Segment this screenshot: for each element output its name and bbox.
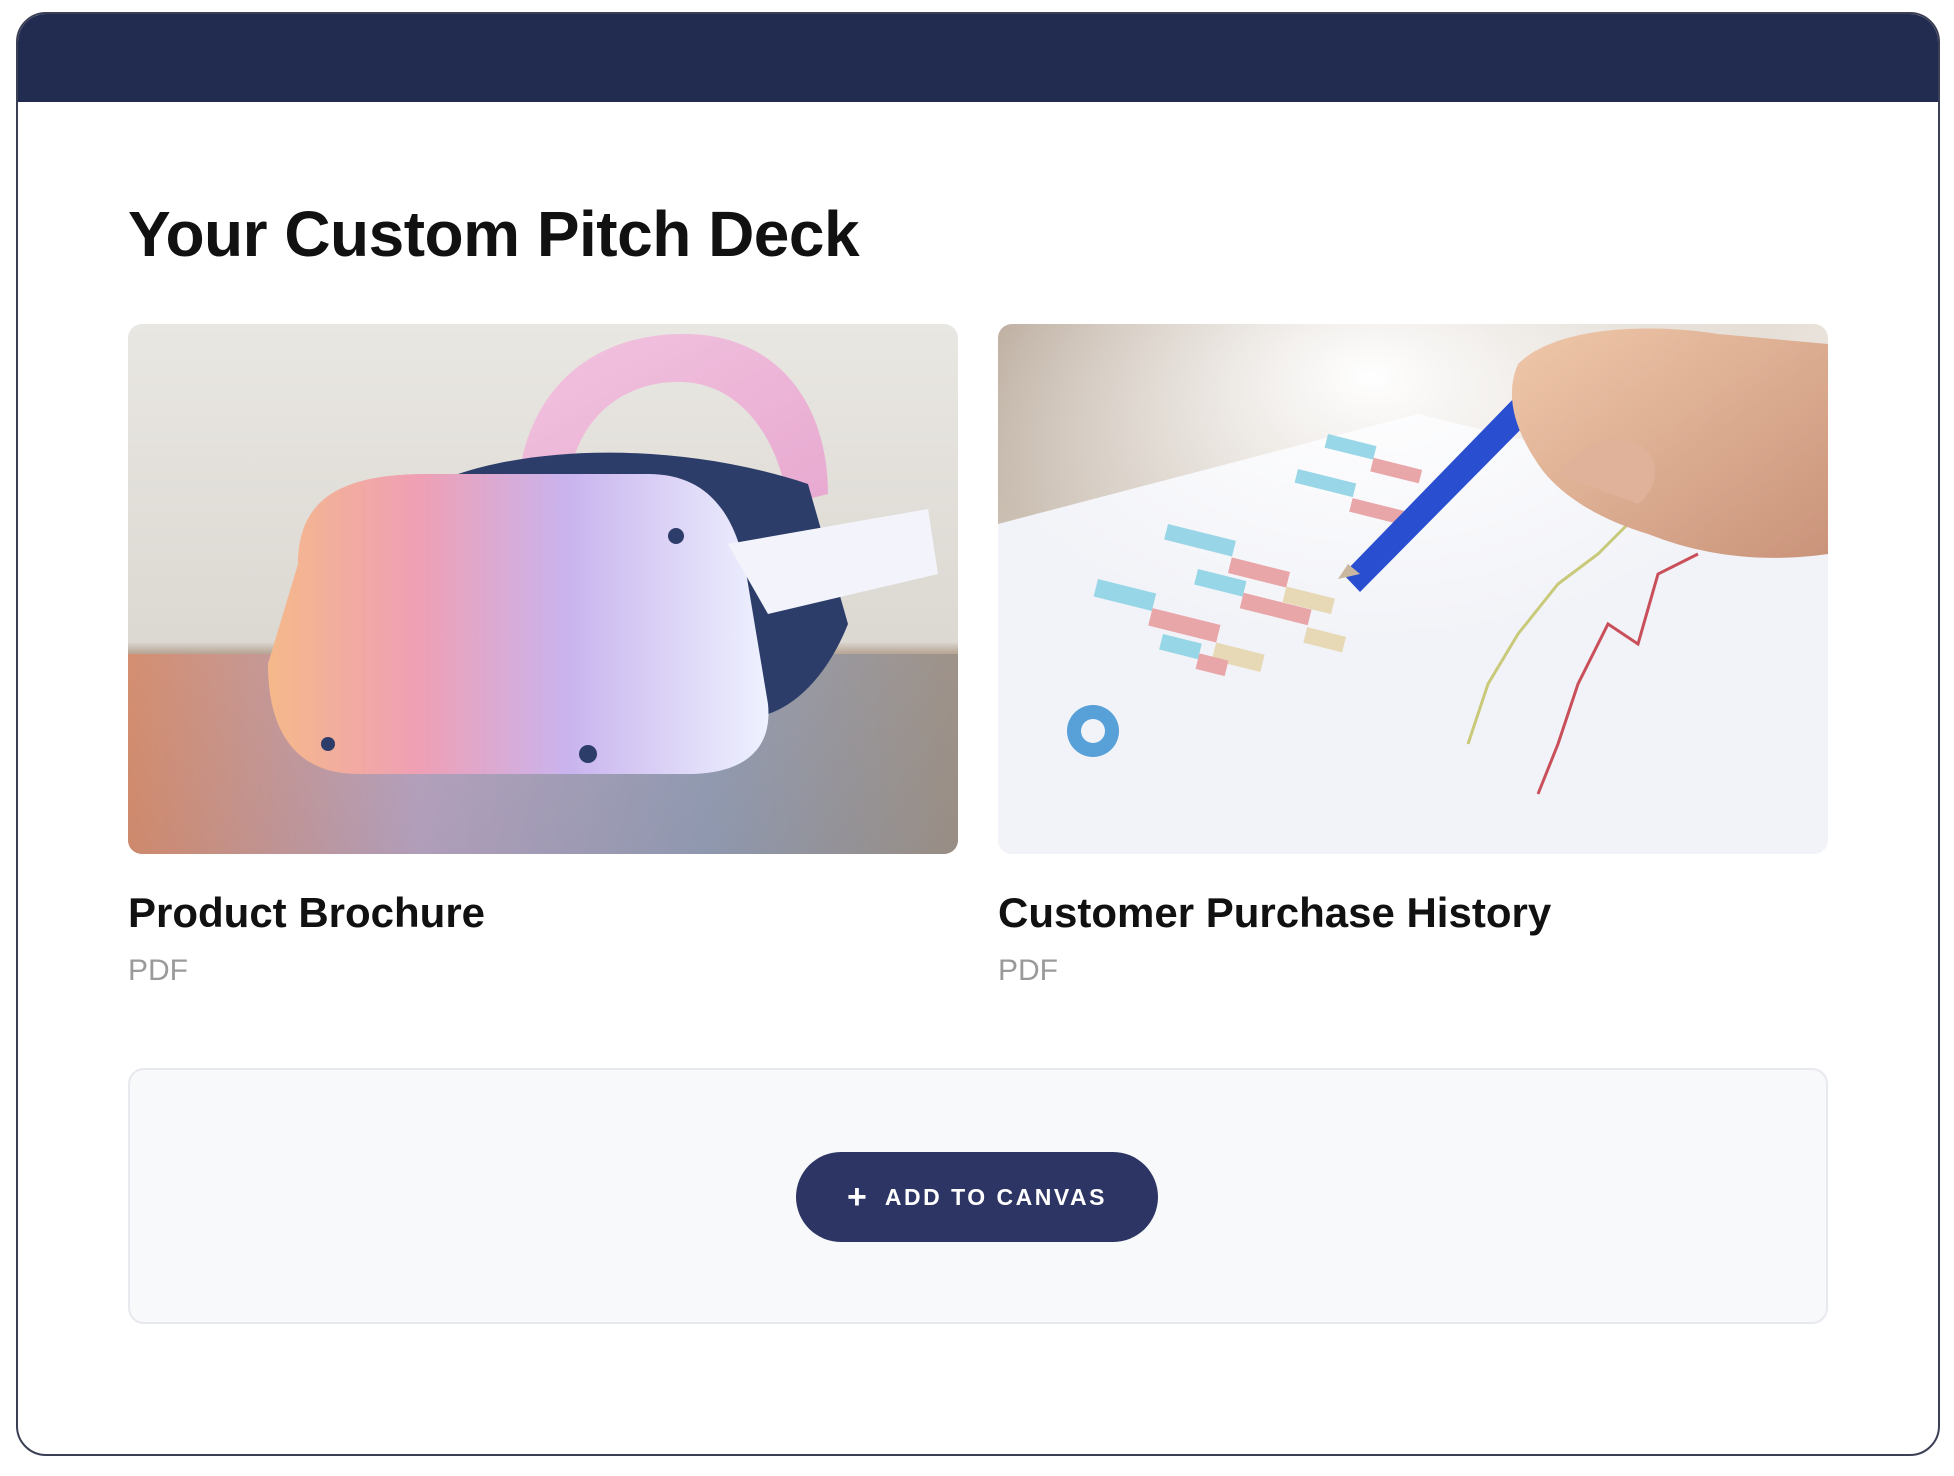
vr-headset-thumbnail[interactable] bbox=[128, 324, 958, 854]
page-title: Your Custom Pitch Deck bbox=[128, 198, 860, 270]
document-card-product-brochure[interactable]: Product Brochure PDF bbox=[128, 324, 958, 986]
card-file-type: PDF bbox=[998, 954, 1058, 987]
add-to-canvas-button[interactable]: + ADD TO CANVAS bbox=[796, 1152, 1158, 1242]
canvas-drop-zone: + ADD TO CANVAS bbox=[128, 1068, 1828, 1324]
card-title: Customer Purchase History bbox=[998, 889, 1552, 936]
add-to-canvas-label: ADD TO CANVAS bbox=[884, 1183, 1107, 1210]
pitch-deck-window: Your Custom Pitch Deck Product Brochure … bbox=[16, 12, 1940, 1456]
card-file-type: PDF bbox=[128, 954, 188, 987]
plus-icon: + bbox=[847, 1178, 867, 1216]
chart-document-thumbnail[interactable] bbox=[998, 324, 1828, 854]
card-title: Product Brochure bbox=[128, 889, 486, 936]
header-bar bbox=[18, 14, 1938, 102]
document-card-customer-purchase-history[interactable]: Customer Purchase History PDF bbox=[998, 324, 1828, 986]
